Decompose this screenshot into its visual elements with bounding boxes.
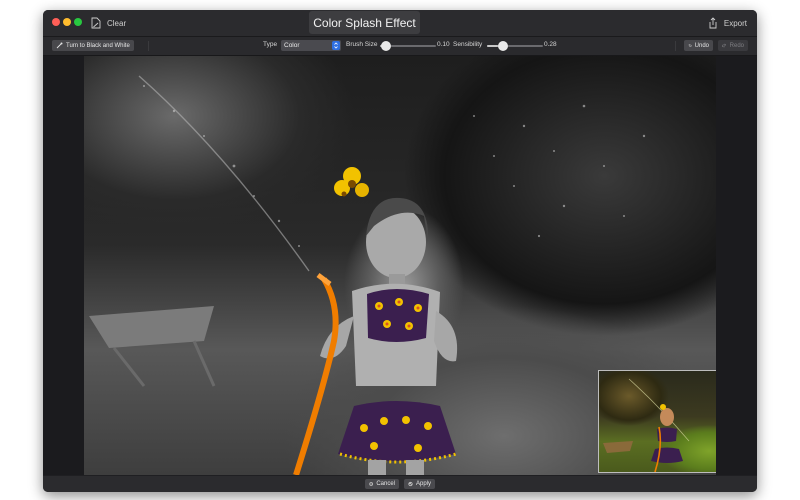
clear-document-icon xyxy=(91,17,101,29)
type-select-value: Color xyxy=(284,42,300,49)
undo-label: Undo xyxy=(694,42,709,49)
wand-icon xyxy=(56,42,63,49)
share-icon xyxy=(709,17,717,29)
apply-label: Apply xyxy=(415,481,431,487)
sensibility-knob[interactable] xyxy=(497,41,508,51)
sensibility-slider[interactable] xyxy=(487,41,543,51)
toolbar: Turn to Black and White Type Color Brush… xyxy=(43,37,757,56)
window-title: Color Splash Effect xyxy=(309,11,420,34)
undo-button[interactable]: Undo xyxy=(684,40,713,51)
toolbar-divider xyxy=(148,41,149,51)
export-button[interactable]: Export xyxy=(708,15,747,31)
canvas-area[interactable] xyxy=(43,56,757,475)
redo-button[interactable]: Redo xyxy=(718,40,748,51)
clear-label: Clear xyxy=(107,18,127,28)
cancel-button[interactable]: Cancel xyxy=(365,479,399,489)
sensibility-value: 0.28 xyxy=(544,41,557,48)
toolbar-divider xyxy=(675,41,676,51)
original-preview-thumbnail[interactable] xyxy=(598,370,716,473)
undo-icon xyxy=(688,44,692,47)
brush-size-value: 0.10 xyxy=(437,41,450,48)
turn-black-white-label: Turn to Black and White xyxy=(66,42,130,49)
clear-button[interactable]: Clear xyxy=(91,15,126,31)
redo-label: Redo xyxy=(729,42,744,49)
brush-size-slider[interactable] xyxy=(380,41,436,51)
title-bar: Clear Color Splash Effect Export xyxy=(43,10,757,37)
sensibility-label: Sensibility xyxy=(453,41,483,48)
export-label: Export xyxy=(723,18,747,28)
brush-size-label: Brush Size xyxy=(346,41,378,48)
select-arrows-icon xyxy=(332,41,340,50)
checkmark-icon xyxy=(408,481,413,487)
turn-black-white-button[interactable]: Turn to Black and White xyxy=(52,40,134,51)
zoom-window-button[interactable] xyxy=(74,18,82,26)
bottom-bar: Cancel Apply xyxy=(43,476,757,492)
redo-icon xyxy=(722,43,727,48)
photo-canvas[interactable] xyxy=(84,56,716,475)
app-window: Clear Color Splash Effect Export Turn to… xyxy=(43,10,757,492)
cancel-label: Cancel xyxy=(376,481,395,487)
type-select[interactable]: Color xyxy=(281,40,341,51)
close-window-button[interactable] xyxy=(52,18,60,26)
cancel-icon xyxy=(369,482,374,486)
minimize-window-button[interactable] xyxy=(63,18,71,26)
preview-scene xyxy=(603,378,690,472)
apply-button[interactable]: Apply xyxy=(404,479,435,489)
brush-size-knob[interactable] xyxy=(380,41,391,51)
type-label: Type xyxy=(263,41,278,48)
